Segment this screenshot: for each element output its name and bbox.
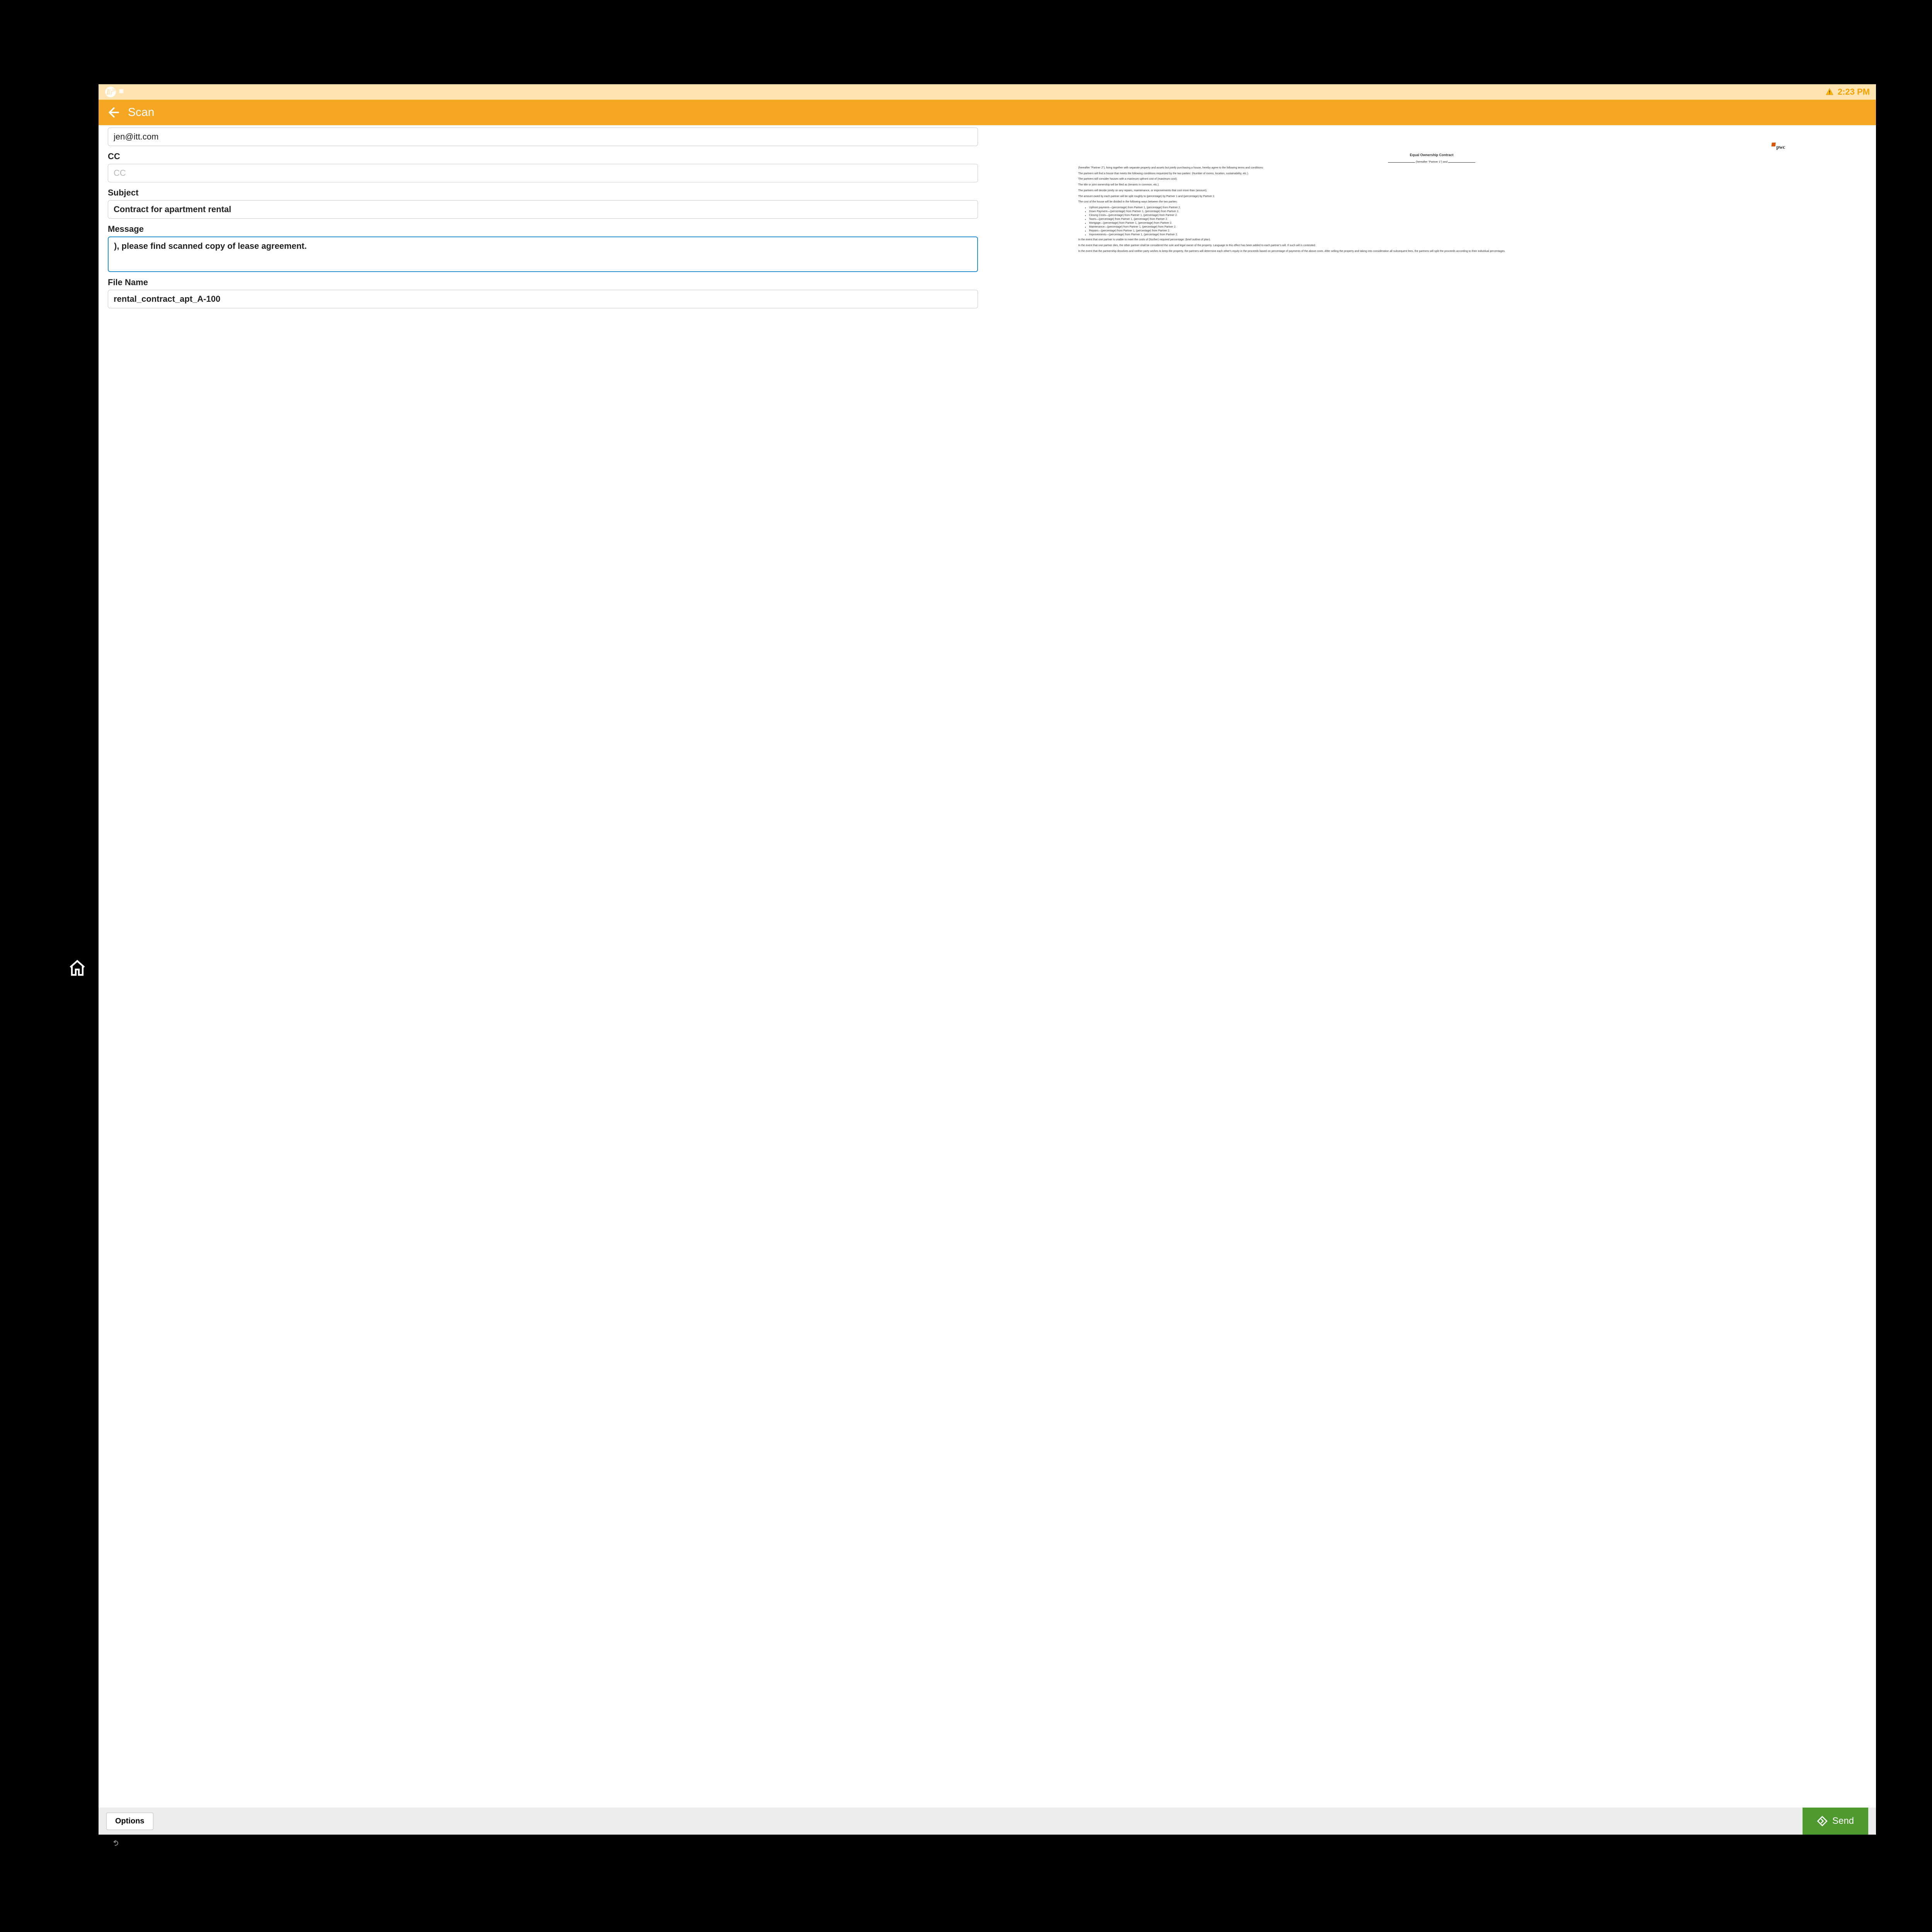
back-arrow-icon[interactable] [106,106,119,119]
title-bar: Scan [99,100,1876,125]
page-title: Scan [128,106,154,119]
android-nav-bar [99,1835,1876,1852]
document-preview[interactable]: pwc Equal Ownership Contract (hereafter … [1063,137,1800,1092]
options-button[interactable]: Options [106,1813,153,1830]
subject-label: Subject [108,188,978,198]
filename-label: File Name [108,277,978,287]
message-label: Message [108,224,978,234]
form-panel: CC Subject Message File Name [99,125,987,1808]
hp-logo-icon [105,86,116,98]
subject-field[interactable] [108,200,978,219]
send-button[interactable]: Send [1803,1808,1868,1835]
warning-icon[interactable] [1825,88,1834,96]
cc-label: CC [108,151,978,162]
send-label: Send [1832,1816,1854,1827]
home-button[interactable] [67,957,88,978]
nav-back-icon[interactable] [110,1838,122,1848]
clock-time: 2:23 PM [1838,87,1870,97]
status-app-icon [119,88,124,96]
send-icon [1817,1816,1828,1827]
doc-body: (hereafter "Partner 1") and (hereafter "… [1078,161,1785,253]
doc-title: Equal Ownership Contract [1078,153,1785,157]
to-field[interactable] [108,128,978,146]
status-bar: 2:23 PM [99,84,1876,100]
message-field[interactable] [108,236,978,272]
footer-bar: Options Send [99,1808,1876,1835]
filename-field[interactable] [108,290,978,308]
cc-field[interactable] [108,164,978,182]
pwc-logo-icon: pwc [1772,145,1785,151]
